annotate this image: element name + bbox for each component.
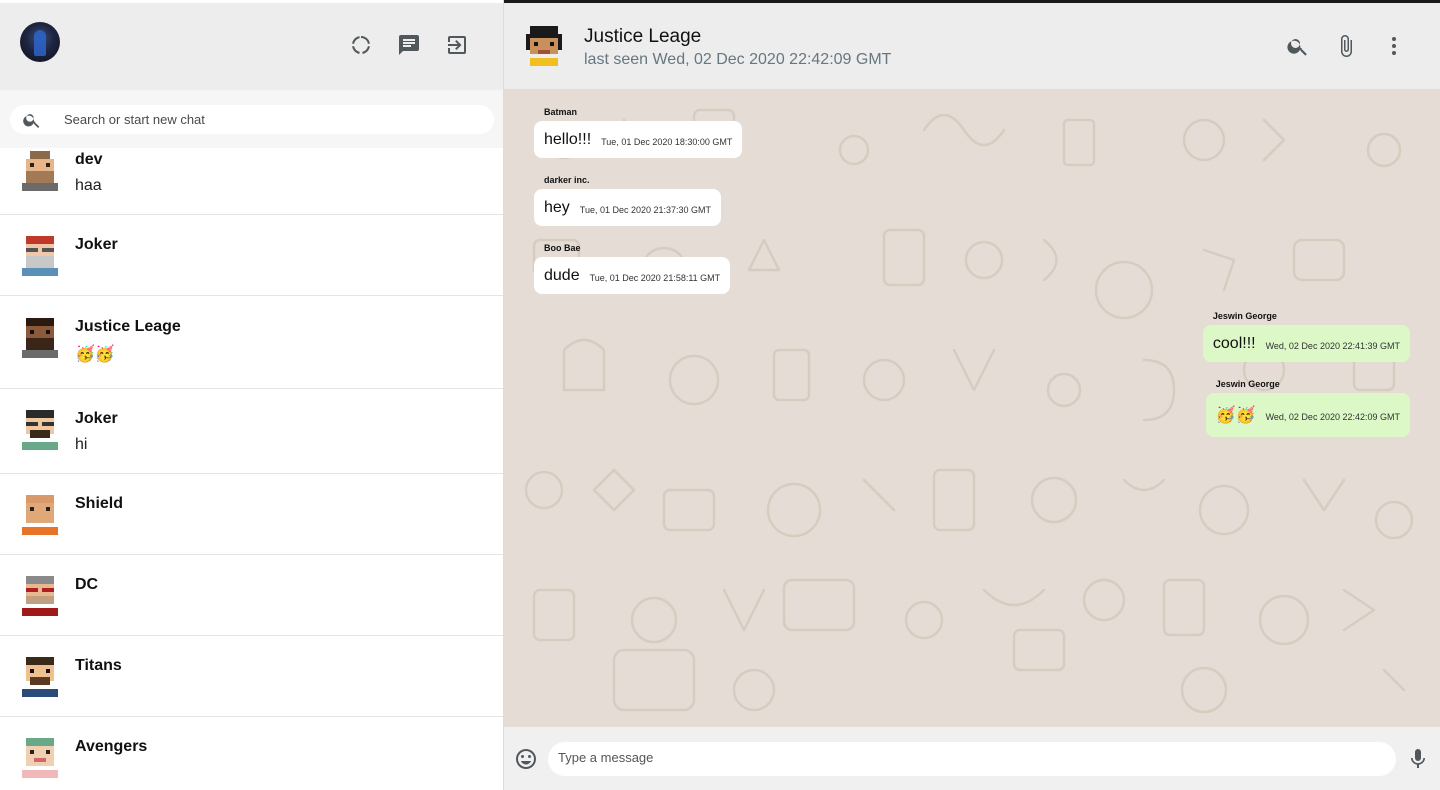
chat-avatar <box>22 236 58 276</box>
chat-list-item[interactable]: Justice Leage 🥳🥳 <box>0 296 503 389</box>
chat-name: Justice Leage <box>75 318 181 335</box>
message-sender: Jeswin George <box>1212 311 1277 321</box>
message-time: Wed, 02 Dec 2020 22:41:39 GMT <box>1265 340 1400 351</box>
sidebar-header <box>0 3 503 90</box>
new-chat-icon[interactable] <box>397 33 421 57</box>
chat-avatar <box>22 151 58 191</box>
message: Jeswin George cool!!! Wed, 02 Dec 2020 2… <box>1202 311 1410 362</box>
message-bubble[interactable]: hey Tue, 01 Dec 2020 21:37:30 GMT <box>534 189 722 226</box>
emoji-icon[interactable] <box>514 747 538 771</box>
search-input[interactable] <box>64 112 464 127</box>
status-icon[interactable] <box>349 33 373 57</box>
chat-last-message: hi <box>75 436 88 453</box>
message-time: Tue, 01 Dec 2020 18:30:00 GMT <box>601 136 733 147</box>
chat-header: Justice Leage last seen Wed, 02 Dec 2020… <box>504 3 1440 90</box>
chat-name: Shield <box>75 495 124 512</box>
chat-name: Titans <box>75 657 122 674</box>
chat-name: Joker <box>75 236 118 253</box>
chat-list-item[interactable]: Shield <box>0 474 503 555</box>
attach-icon[interactable] <box>1334 34 1358 58</box>
message-time: Tue, 01 Dec 2020 21:58:11 GMT <box>589 272 721 283</box>
search-box[interactable] <box>10 105 494 134</box>
message-bubble[interactable]: hello!!! Tue, 01 Dec 2020 18:30:00 GMT <box>534 121 743 158</box>
chat-avatar <box>22 318 58 358</box>
message-bubble[interactable]: dude Tue, 01 Dec 2020 21:58:11 GMT <box>534 257 731 294</box>
chat-list-item[interactable]: dev haa <box>0 148 503 215</box>
chat-last-message: 🥳🥳 <box>75 346 115 363</box>
message-composer <box>504 727 1440 790</box>
chat-name: DC <box>75 576 99 593</box>
chat-avatar <box>22 657 58 697</box>
message-text: cool!!! <box>1212 334 1256 352</box>
chat-name: Avengers <box>75 738 148 755</box>
message-bubble[interactable]: cool!!! Wed, 02 Dec 2020 22:41:39 GMT <box>1202 325 1410 362</box>
message: Batman hello!!! Tue, 01 Dec 2020 18:30:0… <box>534 107 743 158</box>
message-sender: Boo Bae <box>544 243 581 253</box>
chat-pane: Justice Leage last seen Wed, 02 Dec 2020… <box>504 0 1440 790</box>
chat-header-avatar[interactable] <box>526 25 562 67</box>
sidebar: dev haa Joker Justice Leage <box>0 0 504 790</box>
message-input[interactable] <box>558 750 1358 765</box>
chat-list-item[interactable]: Joker hi <box>0 389 503 474</box>
more-icon[interactable] <box>1382 34 1406 58</box>
message-sender: darker inc. <box>544 175 590 185</box>
message: darker inc. hey Tue, 01 Dec 2020 21:37:3… <box>534 175 722 226</box>
chat-list-item[interactable]: Avengers <box>0 717 503 790</box>
chat-header-actions <box>1286 34 1406 58</box>
chat-list-item[interactable]: DC <box>0 555 503 636</box>
chat-last-message: haa <box>75 177 102 194</box>
chat-avatar <box>22 576 58 616</box>
message-text: hello!!! <box>544 130 592 148</box>
chat-last-seen: last seen Wed, 02 Dec 2020 22:42:09 GMT <box>584 51 892 68</box>
search-bar <box>0 90 503 148</box>
chat-title: Justice Leage <box>584 26 702 47</box>
message: Boo Bae dude Tue, 01 Dec 2020 21:58:11 G… <box>534 243 731 294</box>
message: Jeswin George 🥳🥳 Wed, 02 Dec 2020 22:42:… <box>1205 379 1410 437</box>
chat-name: dev <box>75 151 103 168</box>
search-icon <box>23 113 40 128</box>
user-avatar[interactable] <box>20 22 60 62</box>
chat-list-item[interactable]: Joker <box>0 215 503 296</box>
chat-list-item[interactable]: Titans <box>0 636 503 717</box>
message-bubble[interactable]: 🥳🥳 Wed, 02 Dec 2020 22:42:09 GMT <box>1205 393 1410 437</box>
message-time: Tue, 01 Dec 2020 21:37:30 GMT <box>579 204 712 215</box>
chat-name: Joker <box>75 410 118 427</box>
chat-avatar <box>22 738 58 778</box>
sidebar-header-actions <box>349 33 469 57</box>
microphone-icon[interactable] <box>1406 747 1430 771</box>
logout-icon[interactable] <box>445 33 469 57</box>
message-input-box[interactable] <box>548 742 1396 776</box>
chat-avatar <box>22 410 58 450</box>
chat-avatar <box>22 495 58 535</box>
search-icon[interactable] <box>1286 34 1310 58</box>
message-sender: Batman <box>544 107 578 117</box>
message-text: 🥳🥳 <box>1215 407 1256 424</box>
message-text: hey <box>544 198 570 216</box>
message-text: dude <box>544 266 580 284</box>
message-time: Wed, 02 Dec 2020 22:42:09 GMT <box>1265 412 1400 422</box>
chat-list: dev haa Joker Justice Leage 🥳🥳 Joker hi … <box>0 148 503 790</box>
message-area[interactable]: Batman hello!!! Tue, 01 Dec 2020 18:30:0… <box>504 90 1440 727</box>
message-sender: Jeswin George <box>1215 379 1280 389</box>
